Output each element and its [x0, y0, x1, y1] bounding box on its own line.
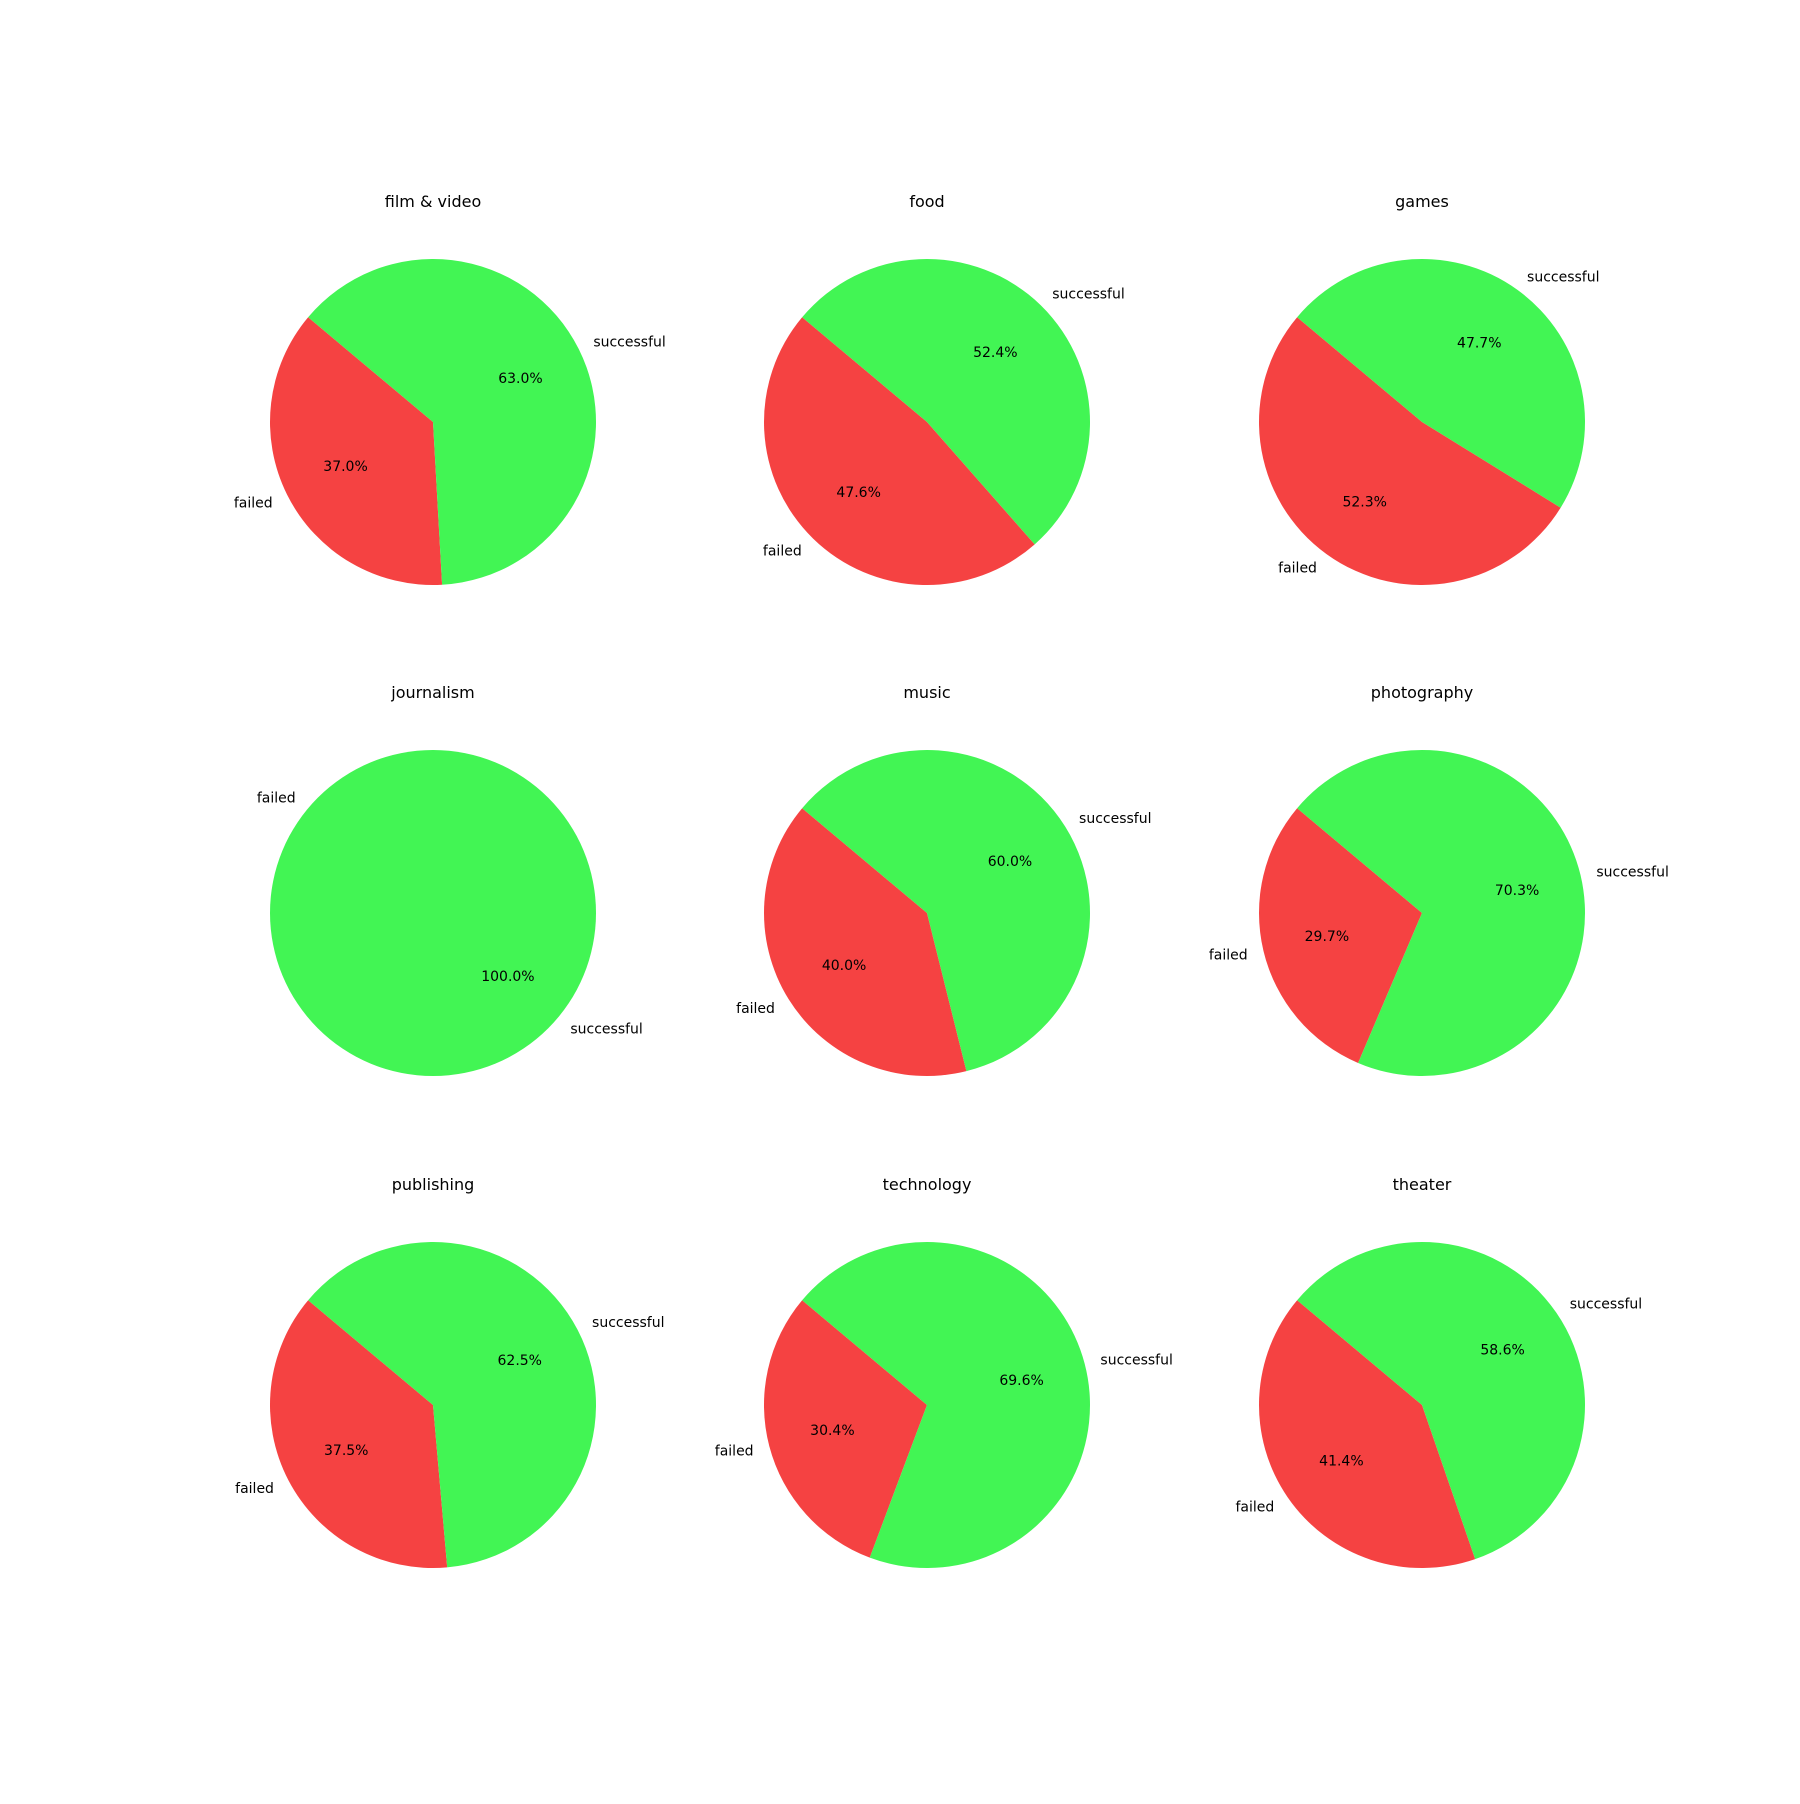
- label-successful: successful: [1100, 1352, 1172, 1368]
- pct-label-successful: 100.0%: [481, 969, 534, 985]
- pct-label-failed: 37.0%: [323, 459, 367, 475]
- label-failed: failed: [1278, 560, 1317, 576]
- pie-title: film & video: [385, 192, 481, 211]
- label-successful: successful: [1570, 1296, 1642, 1312]
- label-successful: successful: [592, 1315, 664, 1331]
- pct-label-successful: 52.4%: [973, 345, 1017, 361]
- pct-label-failed: 47.6%: [836, 485, 880, 501]
- pct-label-failed: 52.3%: [1342, 494, 1386, 510]
- pie-title: technology: [883, 1175, 972, 1194]
- label-failed: failed: [736, 1001, 775, 1017]
- pie-title: music: [903, 683, 950, 702]
- pie-title: games: [1395, 192, 1449, 211]
- pct-label-successful: 69.6%: [999, 1373, 1043, 1389]
- label-failed: failed: [763, 543, 802, 559]
- pct-label-successful: 62.5%: [498, 1353, 542, 1369]
- pct-label-successful: 63.0%: [498, 371, 542, 387]
- pie-title: photography: [1371, 683, 1473, 702]
- label-successful: successful: [593, 335, 665, 351]
- label-failed: failed: [715, 1444, 754, 1460]
- label-successful: successful: [1079, 811, 1151, 827]
- label-successful: successful: [570, 1021, 642, 1037]
- pie-technology: technology failed 30.4% successful 69.6%: [715, 1175, 1173, 1568]
- pie-theater: theater failed 41.4% successful 58.6%: [1235, 1175, 1642, 1568]
- label-failed: failed: [257, 791, 296, 807]
- pie-title: food: [909, 192, 944, 211]
- pct-label-failed: 40.0%: [822, 958, 866, 974]
- pie-film-video: film & video failed 37.0% successful 63.0%: [234, 192, 666, 585]
- pie-grid: film & video failed 37.0% successful 63.0% fo…: [234, 192, 1669, 1568]
- label-failed: failed: [1235, 1500, 1274, 1516]
- pie-publishing: publishing failed 37.5% successful 62.5%: [235, 1175, 665, 1568]
- pie-title: theater: [1393, 1175, 1452, 1194]
- label-successful: successful: [1596, 864, 1668, 880]
- pct-label-successful: 58.6%: [1480, 1343, 1524, 1359]
- label-failed: failed: [1209, 948, 1248, 964]
- pct-label-successful: 70.3%: [1495, 883, 1539, 899]
- pct-label-failed: 41.4%: [1319, 1453, 1363, 1469]
- pct-label-failed: 29.7%: [1305, 929, 1349, 945]
- pie-photography: photography failed 29.7% successful 70.3%: [1209, 683, 1669, 1076]
- pie-journalism: journalismfailed0.0%successful100.0%: [257, 683, 643, 1076]
- pie-title: publishing: [392, 1175, 475, 1194]
- label-failed: failed: [235, 1481, 274, 1497]
- label-successful: successful: [1527, 270, 1599, 286]
- pct-label-failed: 37.5%: [324, 1443, 368, 1459]
- pie-title: journalism: [390, 683, 474, 702]
- pct-label-failed: 30.4%: [810, 1423, 854, 1439]
- pct-label-successful: 47.7%: [1457, 336, 1501, 352]
- pie-food: food failed 47.6% successful 52.4%: [763, 192, 1125, 585]
- label-successful: successful: [1052, 287, 1124, 303]
- pie-games: games failed 52.3% successful 47.7%: [1259, 192, 1600, 585]
- pct-label-successful: 60.0%: [988, 854, 1032, 870]
- label-failed: failed: [234, 495, 273, 511]
- pie-music: music failed 40.0% successful 60.0%: [736, 683, 1152, 1077]
- figure: film & video failed 37.0% successful 63.0% fo…: [0, 0, 1800, 1800]
- wedge-successful: [270, 750, 596, 1076]
